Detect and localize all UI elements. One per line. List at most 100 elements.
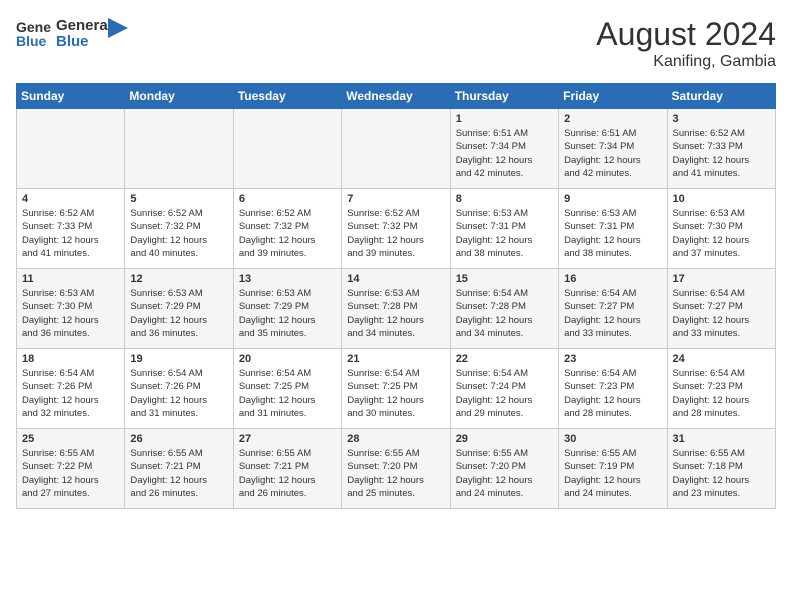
calendar-cell: 5Sunrise: 6:52 AM Sunset: 7:32 PM Daylig… bbox=[125, 189, 233, 269]
calendar-cell: 19Sunrise: 6:54 AM Sunset: 7:26 PM Dayli… bbox=[125, 349, 233, 429]
day-number: 24 bbox=[673, 353, 770, 365]
day-info: Sunrise: 6:53 AM Sunset: 7:30 PM Dayligh… bbox=[22, 287, 119, 340]
day-info: Sunrise: 6:55 AM Sunset: 7:19 PM Dayligh… bbox=[564, 447, 661, 500]
day-number: 27 bbox=[239, 433, 336, 445]
calendar-cell: 25 Sunrise: 6:55 AM Sunset: 7:22 PM Dayli… bbox=[17, 429, 125, 509]
day-number: 15 bbox=[456, 273, 553, 285]
day-info: Sunrise: 6:55 AM Sunset: 7:20 PM Dayligh… bbox=[347, 447, 444, 500]
logo-blue: Blue bbox=[56, 34, 112, 51]
calendar-cell: 16 Sunrise: 6:54 AM Sunset: 7:27 PM Dayli… bbox=[559, 269, 667, 349]
calendar-cell: 30 Sunrise: 6:55 AM Sunset: 7:19 PM Dayli… bbox=[559, 429, 667, 509]
calendar-table: SundayMondayTuesdayWednesdayThursdayFrid… bbox=[16, 83, 776, 509]
day-info: Sunrise: 6:53 AM Sunset: 7:29 PM Dayligh… bbox=[239, 287, 336, 340]
day-info: Sunrise: 6:54 AM Sunset: 7:27 PM Dayligh… bbox=[673, 287, 770, 340]
day-info: Sunrise: 6:53 AM Sunset: 7:30 PM Dayligh… bbox=[673, 207, 770, 260]
header-day-thursday: Thursday bbox=[450, 84, 558, 109]
day-number: 21 bbox=[347, 353, 444, 365]
day-info: Sunrise: 6:53 AM Sunset: 7:31 PM Dayligh… bbox=[564, 207, 661, 260]
day-number: 29 bbox=[456, 433, 553, 445]
calendar-cell: 3 Sunrise: 6:52 AM Sunset: 7:33 PM Daylig… bbox=[667, 109, 775, 189]
day-info: Sunrise: 6:53 AM Sunset: 7:29 PM Dayligh… bbox=[130, 287, 227, 340]
calendar-cell: 13 Sunrise: 6:53 AM Sunset: 7:29 PM Dayli… bbox=[233, 269, 341, 349]
day-number: 20 bbox=[239, 353, 336, 365]
day-info: Sunrise: 6:55 AM Sunset: 7:18 PM Dayligh… bbox=[673, 447, 770, 500]
calendar-cell: 28 Sunrise: 6:55 AM Sunset: 7:20 PM Dayli… bbox=[342, 429, 450, 509]
calendar-cell: 4 Sunrise: 6:52 AM Sunset: 7:33 PM Daylig… bbox=[17, 189, 125, 269]
day-number: 14 bbox=[347, 273, 444, 285]
calendar-cell: 23 Sunrise: 6:54 AM Sunset: 7:23 PM Dayli… bbox=[559, 349, 667, 429]
calendar-cell: 10 Sunrise: 6:53 AM Sunset: 7:30 PM Dayli… bbox=[667, 189, 775, 269]
day-number: 13 bbox=[239, 273, 336, 285]
calendar-body: 1 Sunrise: 6:51 AM Sunset: 7:34 PM Daylig… bbox=[17, 109, 776, 509]
header-day-saturday: Saturday bbox=[667, 84, 775, 109]
day-number: 25 bbox=[22, 433, 119, 445]
day-info: Sunrise: 6:53 AM Sunset: 7:28 PM Dayligh… bbox=[347, 287, 444, 340]
calendar-cell: 20 Sunrise: 6:54 AM Sunset: 7:25 PM Dayli… bbox=[233, 349, 341, 429]
calendar-cell: 12 Sunrise: 6:53 AM Sunset: 7:29 PM Dayli… bbox=[125, 269, 233, 349]
day-info: Sunrise: 6:55 AM Sunset: 7:22 PM Dayligh… bbox=[22, 447, 119, 500]
logo-icon: General Blue bbox=[16, 16, 52, 52]
day-info: Sunrise: 6:52 AM Sunset: 7:32 PM Dayligh… bbox=[347, 207, 444, 260]
day-info: Sunrise: 6:52 AM Sunset: 7:33 PM Dayligh… bbox=[22, 207, 119, 260]
day-number: 7 bbox=[347, 193, 444, 205]
calendar-cell: 31Sunrise: 6:55 AM Sunset: 7:18 PM Dayli… bbox=[667, 429, 775, 509]
week-row-3: 11 Sunrise: 6:53 AM Sunset: 7:30 PM Dayli… bbox=[17, 269, 776, 349]
page-header: General Blue General Blue August 2024 Ka… bbox=[16, 16, 776, 71]
day-number: 12 bbox=[130, 273, 227, 285]
day-info: Sunrise: 6:54 AM Sunset: 7:27 PM Dayligh… bbox=[564, 287, 661, 340]
day-number: 30 bbox=[564, 433, 661, 445]
location-subtitle: Kanifing, Gambia bbox=[596, 53, 776, 71]
calendar-cell: 22Sunrise: 6:54 AM Sunset: 7:24 PM Dayli… bbox=[450, 349, 558, 429]
day-info: Sunrise: 6:55 AM Sunset: 7:20 PM Dayligh… bbox=[456, 447, 553, 500]
calendar-cell: 27Sunrise: 6:55 AM Sunset: 7:21 PM Dayli… bbox=[233, 429, 341, 509]
day-number: 4 bbox=[22, 193, 119, 205]
day-info: Sunrise: 6:55 AM Sunset: 7:21 PM Dayligh… bbox=[130, 447, 227, 500]
logo-arrow-icon bbox=[108, 18, 128, 38]
day-info: Sunrise: 6:54 AM Sunset: 7:23 PM Dayligh… bbox=[564, 367, 661, 420]
day-info: Sunrise: 6:54 AM Sunset: 7:23 PM Dayligh… bbox=[673, 367, 770, 420]
day-number: 1 bbox=[456, 113, 553, 125]
day-number: 10 bbox=[673, 193, 770, 205]
day-number: 28 bbox=[347, 433, 444, 445]
calendar-cell bbox=[233, 109, 341, 189]
day-info: Sunrise: 6:54 AM Sunset: 7:28 PM Dayligh… bbox=[456, 287, 553, 340]
day-number: 23 bbox=[564, 353, 661, 365]
day-number: 6 bbox=[239, 193, 336, 205]
day-info: Sunrise: 6:54 AM Sunset: 7:24 PM Dayligh… bbox=[456, 367, 553, 420]
header-day-monday: Monday bbox=[125, 84, 233, 109]
day-info: Sunrise: 6:52 AM Sunset: 7:32 PM Dayligh… bbox=[239, 207, 336, 260]
calendar-cell: 11 Sunrise: 6:53 AM Sunset: 7:30 PM Dayli… bbox=[17, 269, 125, 349]
calendar-cell: 24 Sunrise: 6:54 AM Sunset: 7:23 PM Dayli… bbox=[667, 349, 775, 429]
logo-general: General bbox=[56, 18, 112, 35]
header-day-wednesday: Wednesday bbox=[342, 84, 450, 109]
header-day-sunday: Sunday bbox=[17, 84, 125, 109]
day-number: 17 bbox=[673, 273, 770, 285]
day-info: Sunrise: 6:52 AM Sunset: 7:33 PM Dayligh… bbox=[673, 127, 770, 180]
day-number: 2 bbox=[564, 113, 661, 125]
week-row-2: 4 Sunrise: 6:52 AM Sunset: 7:33 PM Daylig… bbox=[17, 189, 776, 269]
calendar-cell bbox=[125, 109, 233, 189]
calendar-cell: 17 Sunrise: 6:54 AM Sunset: 7:27 PM Dayli… bbox=[667, 269, 775, 349]
day-info: Sunrise: 6:54 AM Sunset: 7:25 PM Dayligh… bbox=[239, 367, 336, 420]
day-number: 11 bbox=[22, 273, 119, 285]
header-day-tuesday: Tuesday bbox=[233, 84, 341, 109]
logo: General Blue General Blue bbox=[16, 16, 128, 52]
calendar-cell: 2Sunrise: 6:51 AM Sunset: 7:34 PM Daylig… bbox=[559, 109, 667, 189]
calendar-cell: 9 Sunrise: 6:53 AM Sunset: 7:31 PM Daylig… bbox=[559, 189, 667, 269]
calendar-cell: 21Sunrise: 6:54 AM Sunset: 7:25 PM Dayli… bbox=[342, 349, 450, 429]
day-info: Sunrise: 6:53 AM Sunset: 7:31 PM Dayligh… bbox=[456, 207, 553, 260]
header-row: SundayMondayTuesdayWednesdayThursdayFrid… bbox=[17, 84, 776, 109]
day-info: Sunrise: 6:52 AM Sunset: 7:32 PM Dayligh… bbox=[130, 207, 227, 260]
calendar-cell: 6 Sunrise: 6:52 AM Sunset: 7:32 PM Daylig… bbox=[233, 189, 341, 269]
month-year-title: August 2024 bbox=[596, 16, 776, 53]
day-number: 3 bbox=[673, 113, 770, 125]
calendar-cell: 7 Sunrise: 6:52 AM Sunset: 7:32 PM Daylig… bbox=[342, 189, 450, 269]
week-row-4: 18Sunrise: 6:54 AM Sunset: 7:26 PM Dayli… bbox=[17, 349, 776, 429]
header-day-friday: Friday bbox=[559, 84, 667, 109]
calendar-cell bbox=[342, 109, 450, 189]
day-number: 9 bbox=[564, 193, 661, 205]
calendar-cell: 26Sunrise: 6:55 AM Sunset: 7:21 PM Dayli… bbox=[125, 429, 233, 509]
day-number: 8 bbox=[456, 193, 553, 205]
day-number: 16 bbox=[564, 273, 661, 285]
day-info: Sunrise: 6:51 AM Sunset: 7:34 PM Dayligh… bbox=[456, 127, 553, 180]
